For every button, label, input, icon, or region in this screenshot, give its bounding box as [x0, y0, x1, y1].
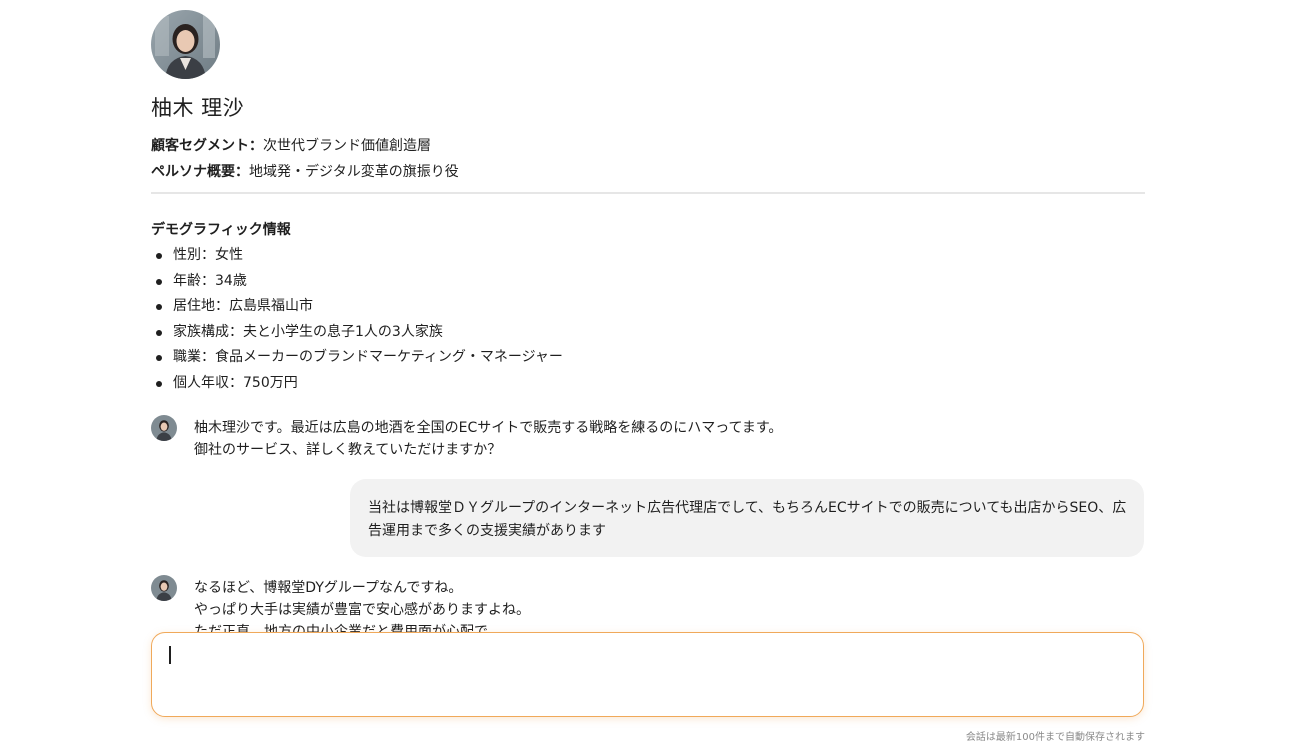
- persona-message-text: なるほど、博報堂DYグループなんですね。 やっぱり大手は実績が豊富で安心感があり…: [194, 577, 530, 632]
- message-line: なるほど、博報堂DYグループなんですね。: [194, 580, 463, 596]
- divider: [151, 192, 1145, 194]
- persona-avatar: [151, 10, 220, 79]
- message-input-box[interactable]: [151, 632, 1144, 717]
- message-line: ただ正直、地方の中小企業だと費用面が心配で。: [194, 624, 502, 632]
- customer-segment-value: 次世代ブランド価値創造層: [263, 138, 431, 154]
- persona-overview: ペルソナ概要：地域発・デジタル変革の旗振り役: [151, 161, 459, 181]
- demographics-item: 職業：食品メーカーのブランドマーケティング・マネージャー: [151, 345, 563, 371]
- demographics-title: デモグラフィック情報: [151, 222, 291, 238]
- message-line: 御社のサービス、詳しく教えていただけますか？: [194, 442, 502, 458]
- message-line: 柚木理沙です。最近は広島の地酒を全国のECサイトで販売する戦略を練るのにハマって…: [194, 420, 783, 436]
- persona-message-text: 柚木理沙です。最近は広島の地酒を全国のECサイトで販売する戦略を練るのにハマって…: [194, 417, 782, 461]
- message-line: やっぱり大手は実績が豊富で安心感がありますよね。: [194, 602, 530, 618]
- demographics-item: 年齢：34歳: [151, 269, 563, 295]
- demographics-item: 個人年収：750万円: [151, 371, 563, 397]
- persona-message-avatar: [151, 415, 177, 441]
- customer-segment: 顧客セグメント：次世代ブランド価値創造層: [151, 135, 431, 155]
- persona-message-avatar: [151, 575, 177, 601]
- demographics-item: 居住地：広島県福山市: [151, 294, 563, 320]
- demographics-item: 家族構成：夫と小学生の息子1人の3人家族: [151, 320, 563, 346]
- chat-page: 柚木 理沙 顧客セグメント：次世代ブランド価値創造層 ペルソナ概要：地域発・デジ…: [0, 0, 1300, 750]
- user-message-text: 当社は博報堂ＤＹグループのインターネット広告代理店でして、もちろんECサイトでの…: [368, 500, 1127, 539]
- user-message-bubble: 当社は博報堂ＤＹグループのインターネット広告代理店でして、もちろんECサイトでの…: [350, 479, 1144, 557]
- autosave-note: 会話は最新100件まで自動保存されます: [965, 732, 1145, 743]
- text-caret: [169, 646, 171, 664]
- persona-overview-value: 地域発・デジタル変革の旗振り役: [249, 164, 459, 180]
- message-input[interactable]: [166, 643, 1130, 709]
- persona-overview-label: ペルソナ概要：: [151, 164, 249, 180]
- demographics-item: 性別：女性: [151, 243, 563, 269]
- persona-name: 柚木 理沙: [151, 96, 245, 120]
- demographics-list: 性別：女性 年齢：34歳 居住地：広島県福山市 家族構成：夫と小学生の息子1人の…: [151, 243, 563, 397]
- conversation-area[interactable]: 柚木 理沙 顧客セグメント：次世代ブランド価値創造層 ペルソナ概要：地域発・デジ…: [151, 0, 1145, 632]
- customer-segment-label: 顧客セグメント：: [151, 138, 263, 154]
